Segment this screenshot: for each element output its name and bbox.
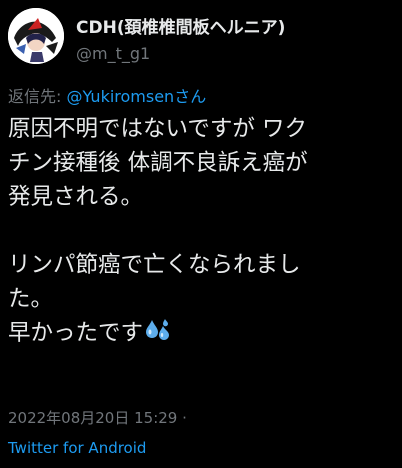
- tweet-line: 原因不明ではないですが ワク: [8, 116, 307, 142]
- tweet-text: 原因不明ではないですが ワク チン接種後 体調不良訴え癌が 発見される。 リンパ…: [8, 112, 400, 350]
- tweet-line: 発見される。: [8, 184, 144, 210]
- tweet-timestamp[interactable]: 2022年08月20日 15:29: [8, 409, 177, 427]
- tweet-last-line: 早かったです: [8, 316, 400, 350]
- reply-context: 返信先: @Yukiromsenさん: [8, 83, 206, 107]
- character-avatar-icon: [8, 8, 64, 64]
- tweet-line: チン接種後 体調不良訴え癌が: [8, 150, 308, 176]
- tweet-source-link[interactable]: Twitter for Android: [8, 439, 146, 457]
- tweet: CDH(頚椎椎間板ヘルニア) @m_t_g1 返信先: @Yukiromsenさ…: [0, 0, 402, 468]
- avatar[interactable]: [8, 8, 64, 64]
- tweet-line: リンパ節癌で亡くなられまし: [8, 252, 301, 278]
- author-handle[interactable]: @m_t_g1: [76, 44, 150, 63]
- reply-honorific: さん: [174, 87, 207, 106]
- sweat-droplets-icon: [146, 319, 170, 340]
- reply-prefix: 返信先:: [8, 87, 67, 106]
- tweet-line: 早かったです: [8, 320, 144, 346]
- tweet-meta: 2022年08月20日 15:29 ·: [8, 407, 187, 428]
- author-display-name[interactable]: CDH(頚椎椎間板ヘルニア): [76, 13, 285, 38]
- reply-mention-link[interactable]: @Yukiromsen: [66, 87, 174, 106]
- meta-separator: ·: [177, 409, 187, 427]
- tweet-line: た。: [8, 286, 54, 312]
